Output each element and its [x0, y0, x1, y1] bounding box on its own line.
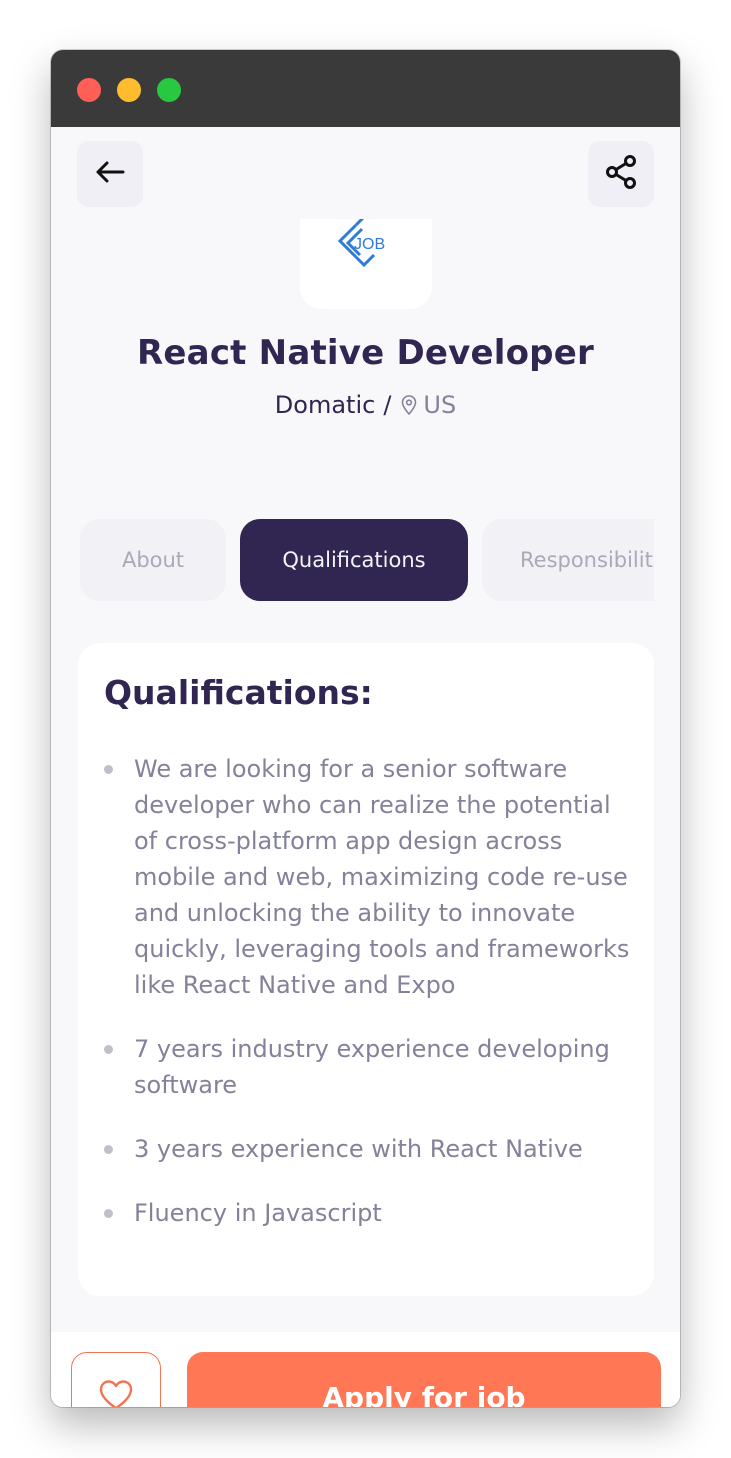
app-window: JOB React Native Developer Domatic / US … — [51, 50, 680, 1407]
close-window-button[interactable] — [77, 78, 101, 102]
list-item-text: Fluency in Javascript — [134, 1199, 382, 1227]
job-title: React Native Developer — [137, 333, 594, 373]
location-pin-icon — [401, 395, 417, 415]
list-item: Fluency in Javascript — [104, 1195, 634, 1231]
section-title: Qualifications: — [104, 673, 373, 712]
job-company-location: Domatic / US — [51, 391, 680, 419]
company-name: Domatic — [274, 391, 376, 419]
company-logo-text: JOB — [354, 236, 385, 253]
job-location: US — [423, 391, 457, 419]
arrow-left-icon — [95, 161, 125, 187]
apply-button[interactable]: Apply for job — [187, 1352, 661, 1407]
share-button[interactable] — [588, 141, 654, 207]
list-item-text: We are looking for a senior software dev… — [134, 755, 630, 999]
qualifications-list: We are looking for a senior software dev… — [104, 751, 634, 1259]
qualifications-card: Qualifications: We are looking for a sen… — [78, 643, 654, 1296]
bullet-icon — [104, 1045, 113, 1054]
window-titlebar — [51, 50, 680, 127]
maximize-window-button[interactable] — [157, 78, 181, 102]
bullet-icon — [104, 765, 113, 774]
job-details-screen: JOB React Native Developer Domatic / US … — [51, 127, 680, 1407]
company-logo-image: JOB — [337, 219, 385, 268]
share-icon — [605, 155, 637, 193]
bullet-icon — [104, 1209, 113, 1218]
bullet-icon — [104, 1145, 113, 1154]
tab-responsibilities[interactable]: Responsibilities — [482, 519, 654, 601]
minimize-window-button[interactable] — [117, 78, 141, 102]
details-tabs: About Qualifications Responsibilities — [80, 519, 654, 601]
list-item-text: 7 years industry experience developing s… — [134, 1035, 610, 1099]
list-item: We are looking for a senior software dev… — [104, 751, 634, 1003]
tab-about[interactable]: About — [80, 519, 226, 601]
list-item-text: 3 years experience with React Native — [134, 1135, 583, 1163]
like-button[interactable] — [71, 1352, 161, 1407]
back-button[interactable] — [77, 141, 143, 207]
separator: / — [383, 391, 392, 419]
heart-icon — [98, 1379, 134, 1407]
list-item: 7 years industry experience developing s… — [104, 1031, 634, 1103]
company-logo: JOB — [300, 219, 432, 309]
tab-qualifications[interactable]: Qualifications — [240, 519, 468, 601]
list-item: 3 years experience with React Native — [104, 1131, 634, 1167]
